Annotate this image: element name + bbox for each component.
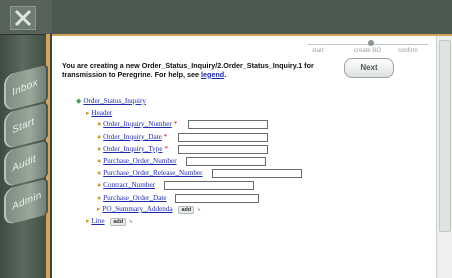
nav-tab-label: Audit — [11, 153, 38, 175]
nav-tab-label: Admin — [11, 189, 43, 213]
field-row: ● Contract_Number — [97, 181, 155, 190]
top-banner — [52, 0, 452, 34]
field-label-purchase-order-number[interactable]: Purchase_Order_Number — [103, 157, 176, 165]
field-bullet-icon: ● — [97, 120, 102, 128]
field-bullet-icon: ● — [97, 169, 102, 177]
field-row: ● Purchase_Order_Number — [97, 157, 177, 166]
nav-tab-label: Start — [11, 116, 36, 137]
tree-root: ◆ Order_Status_Inquiry — [76, 97, 146, 106]
field-row: ● Purchase_Order_Release_Number — [97, 169, 203, 178]
field-row: ● Purchase_Order_Date — [97, 194, 167, 203]
field-bullet-icon: ● — [97, 194, 102, 202]
close-icon[interactable] — [10, 6, 36, 30]
wizard-step-create: create BO — [354, 48, 382, 54]
field-label-order-inquiry-date[interactable]: Order_Inquiry_Date — [103, 133, 162, 141]
addenda-link[interactable]: PO_Summary_Addenda — [102, 205, 172, 213]
purchase-order-release-number-input[interactable] — [212, 169, 302, 178]
field-label-purchase-order-release-number[interactable]: Purchase_Order_Release_Number — [103, 169, 202, 177]
add-line-button[interactable]: add — [110, 218, 127, 226]
required-marker: * — [173, 120, 178, 128]
field-bullet-icon: ● — [97, 157, 102, 165]
field-row: ● Order_Inquiry_Type * — [97, 145, 168, 154]
intro-message: You are creating a new Order_Status_Inqu… — [62, 61, 314, 79]
field-row: ● Order_Inquiry_Number * — [97, 120, 177, 129]
tree-expand-icon[interactable]: ▸ — [86, 217, 90, 225]
intro-text: You are creating a new Order_Status_Inqu… — [62, 61, 334, 79]
tree-header-node: ▸ Header — [86, 109, 112, 118]
order-inquiry-number-input[interactable] — [188, 120, 268, 129]
wizard-step-confirm: confirm — [398, 48, 418, 54]
required-marker: * — [164, 145, 168, 153]
line-link[interactable]: Line — [91, 217, 104, 225]
addenda-node: ▸ PO_Summary_Addenda add ➘ — [97, 205, 201, 215]
tree-node-icon: ◆ — [76, 97, 82, 105]
tree-expand-icon[interactable]: ▸ — [86, 109, 90, 117]
field-label-purchase-order-date[interactable]: Purchase_Order_Date — [103, 194, 166, 202]
purchase-order-number-input[interactable] — [186, 157, 266, 166]
intro-tail: . — [224, 69, 227, 79]
contract-number-input[interactable] — [164, 181, 254, 190]
field-bullet-icon: ● — [97, 181, 102, 189]
next-button[interactable]: Next — [344, 58, 394, 78]
scrollbar-thumb[interactable] — [439, 40, 451, 232]
tree-root-link[interactable]: Order_Status_Inquiry — [83, 97, 146, 105]
field-bullet-icon: ● — [97, 133, 102, 141]
nav-tab-label: Inbox — [11, 77, 39, 99]
purchase-order-date-input[interactable] — [175, 194, 259, 203]
add-arrow-icon: ➘ — [196, 207, 202, 213]
field-label-order-inquiry-number[interactable]: Order_Inquiry_Number — [103, 120, 172, 128]
field-bullet-icon: ● — [97, 145, 102, 153]
field-label-order-inquiry-type[interactable]: Order_Inquiry_Type — [103, 145, 162, 153]
wizard-progress: start create BO confirm — [308, 39, 430, 55]
tree-header-link[interactable]: Header — [91, 109, 112, 117]
tree-expand-icon[interactable]: ▸ — [97, 205, 101, 213]
top-banner-edge — [52, 34, 452, 36]
line-node: ▸ Line add ➘ — [86, 217, 133, 227]
field-label-contract-number[interactable]: Contract_Number — [103, 181, 155, 189]
wizard-step-start: start — [312, 48, 324, 54]
legend-link[interactable]: legend — [201, 70, 224, 79]
order-inquiry-date-input[interactable] — [178, 133, 268, 142]
add-addenda-button[interactable]: add — [178, 206, 195, 214]
required-marker: * — [163, 133, 168, 141]
add-arrow-icon: ➘ — [127, 219, 133, 225]
field-row: ● Order_Inquiry_Date * — [97, 133, 167, 142]
order-inquiry-type-input[interactable] — [178, 145, 268, 154]
wizard-current-step-icon — [368, 40, 374, 46]
